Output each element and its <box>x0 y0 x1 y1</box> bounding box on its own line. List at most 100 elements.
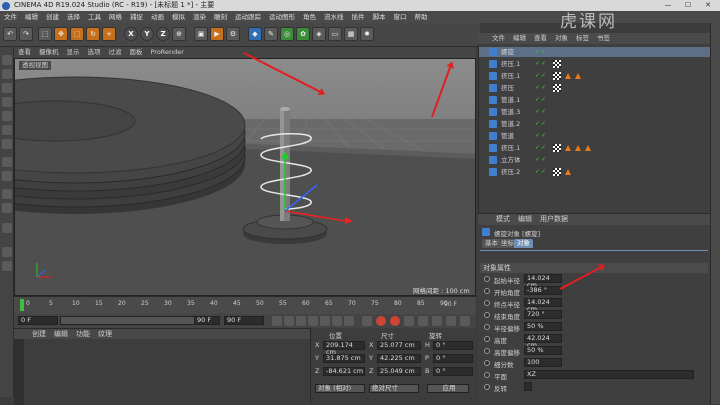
attr-field-value[interactable]: 50 % <box>524 322 562 331</box>
attr-menu-edit[interactable]: 编辑 <box>514 215 536 223</box>
menu-window[interactable]: 窗口 <box>390 11 411 23</box>
menu-render[interactable]: 渲染 <box>189 11 210 23</box>
rotation-key-icon[interactable] <box>446 316 456 326</box>
attr-field-value[interactable]: 720 ° <box>524 310 562 319</box>
rotation-field[interactable]: 0 ° <box>433 354 473 363</box>
coordinate-system-icon[interactable]: ⊕ <box>172 27 186 41</box>
vp-menu-options[interactable]: 选项 <box>84 47 105 58</box>
object-row[interactable]: 管道.2 ✓ ✓ <box>479 119 711 129</box>
apply-button[interactable]: 应用 <box>427 384 469 393</box>
texture-tag-icon[interactable] <box>553 72 561 80</box>
grid-icon[interactable] <box>2 247 12 257</box>
animation-radio-icon[interactable] <box>484 324 490 330</box>
camera-icon[interactable]: ▦ <box>344 27 358 41</box>
object-row[interactable]: 挤压 ✓ ✓ <box>479 83 711 93</box>
menu-edit[interactable]: 编辑 <box>21 11 42 23</box>
menu-motion-tracking[interactable]: 运动跟踪 <box>231 11 265 23</box>
start-frame-field[interactable]: 0 F <box>18 316 58 325</box>
keyframe-selection-icon[interactable] <box>404 316 414 326</box>
vp-menu-prorender[interactable]: ProRender <box>147 47 188 58</box>
maximize-button[interactable]: ☐ <box>678 0 698 11</box>
vp-menu-view[interactable]: 查看 <box>14 47 35 58</box>
object-name[interactable]: 挤压.1 <box>501 71 520 81</box>
attr-field-value[interactable]: 42.024 cm <box>524 334 562 349</box>
timeline-ruler[interactable]: 0 5 10 15 20 25 30 35 40 45 50 55 60 65 70 75 80 85 90 90 … <box>14 296 476 314</box>
texture-tag-icon[interactable] <box>553 144 561 152</box>
layer-icon[interactable] <box>2 261 12 271</box>
obj-menu-view[interactable]: 查看 <box>530 33 551 44</box>
pen-icon[interactable]: ✎ <box>264 27 278 41</box>
edges-mode-icon[interactable] <box>2 125 12 135</box>
axis-mode-icon[interactable] <box>2 157 12 167</box>
make-editable-icon[interactable] <box>2 55 12 65</box>
animation-radio-icon[interactable] <box>484 276 490 282</box>
render-check-icon[interactable]: ✓ <box>541 85 547 91</box>
phong-tag-icon[interactable] <box>585 145 591 151</box>
render-check-icon[interactable]: ✓ <box>541 133 547 139</box>
animation-radio-icon[interactable] <box>484 372 490 378</box>
coord-mode-dropdown[interactable]: 对象 (相对) <box>315 384 365 393</box>
snap-icon[interactable] <box>2 189 12 199</box>
attr-field-value[interactable]: 14.024 cm <box>524 274 562 289</box>
range-end-field[interactable]: 90 F <box>194 316 220 325</box>
timeline-menu-icon[interactable] <box>460 316 470 326</box>
play-icon[interactable] <box>308 316 318 326</box>
solo-icon[interactable] <box>2 203 12 213</box>
render-check-icon[interactable]: ✓ <box>541 49 547 55</box>
menu-simulate[interactable]: 模拟 <box>168 11 189 23</box>
animation-radio-icon[interactable] <box>484 360 490 366</box>
object-name[interactable]: 管道.2 <box>501 119 520 129</box>
perspective-viewport[interactable]: 透视视图 网格间距 : 100 cm <box>14 58 476 296</box>
minimize-button[interactable]: — <box>658 0 678 11</box>
obj-menu-bookmark[interactable]: 书签 <box>593 33 614 44</box>
object-name[interactable]: 挤压.1 <box>501 59 520 69</box>
playhead[interactable] <box>20 299 24 311</box>
attr-tab-object[interactable]: 对象 <box>514 239 533 248</box>
go-end-icon[interactable] <box>344 316 354 326</box>
render-check-icon[interactable]: ✓ <box>541 73 547 79</box>
render-check-icon[interactable]: ✓ <box>541 109 547 115</box>
texture-mode-icon[interactable] <box>2 83 12 93</box>
lock-workplane-icon[interactable] <box>2 223 12 233</box>
size-mode-dropdown[interactable]: 绝对尺寸 <box>369 384 419 393</box>
redo-icon[interactable]: ↷ <box>19 27 33 41</box>
menu-help[interactable]: 帮助 <box>411 11 432 23</box>
cloner-icon[interactable]: ✿ <box>296 27 310 41</box>
obj-menu-tag[interactable]: 标签 <box>572 33 593 44</box>
object-name[interactable]: 管道.3 <box>501 107 520 117</box>
menu-select[interactable]: 选择 <box>63 11 84 23</box>
position-field[interactable]: 209.174 cm <box>323 341 365 356</box>
menu-mesh[interactable]: 网格 <box>105 11 126 23</box>
animation-radio-icon[interactable] <box>484 384 490 390</box>
texture-tag-icon[interactable] <box>553 84 561 92</box>
animation-radio-icon[interactable] <box>484 288 490 294</box>
phong-tag-icon[interactable] <box>575 73 581 79</box>
scale-key-icon[interactable] <box>432 316 442 326</box>
object-name[interactable]: 挤压 <box>501 83 514 93</box>
scale-icon[interactable]: ⬚ <box>70 27 84 41</box>
object-row[interactable]: 挤压.1 ✓ ✓ <box>479 71 711 81</box>
attr-field-value[interactable]: 50 % <box>524 346 562 355</box>
points-mode-icon[interactable] <box>2 111 12 121</box>
object-row[interactable]: 立方体 ✓ ✓ <box>479 155 711 165</box>
vp-menu-camera[interactable]: 摄像机 <box>35 47 63 58</box>
end-frame-field[interactable]: 90 F <box>224 316 264 325</box>
menu-file[interactable]: 文件 <box>0 11 21 23</box>
auto-key-icon[interactable] <box>390 316 400 326</box>
model-mode-icon[interactable] <box>2 69 12 79</box>
position-key-icon[interactable] <box>418 316 428 326</box>
size-field[interactable]: 42.225 cm <box>377 354 421 363</box>
floor-icon[interactable]: ▭ <box>328 27 342 41</box>
animation-radio-icon[interactable] <box>484 348 490 354</box>
menu-snap[interactable]: 捕捉 <box>126 11 147 23</box>
menu-plugins[interactable]: 插件 <box>348 11 369 23</box>
position-field[interactable]: -84.621 cm <box>323 367 365 376</box>
render-check-icon[interactable]: ✓ <box>541 61 547 67</box>
obj-menu-file[interactable]: 文件 <box>488 33 509 44</box>
attr-field-value[interactable]: -386 ° <box>524 286 562 295</box>
polygons-mode-icon[interactable] <box>2 139 12 149</box>
move-icon[interactable]: ✥ <box>54 27 68 41</box>
menu-tools[interactable]: 工具 <box>84 11 105 23</box>
object-row[interactable]: 管道.3 ✓ ✓ <box>479 107 711 117</box>
object-name[interactable]: 立方体 <box>501 155 521 165</box>
